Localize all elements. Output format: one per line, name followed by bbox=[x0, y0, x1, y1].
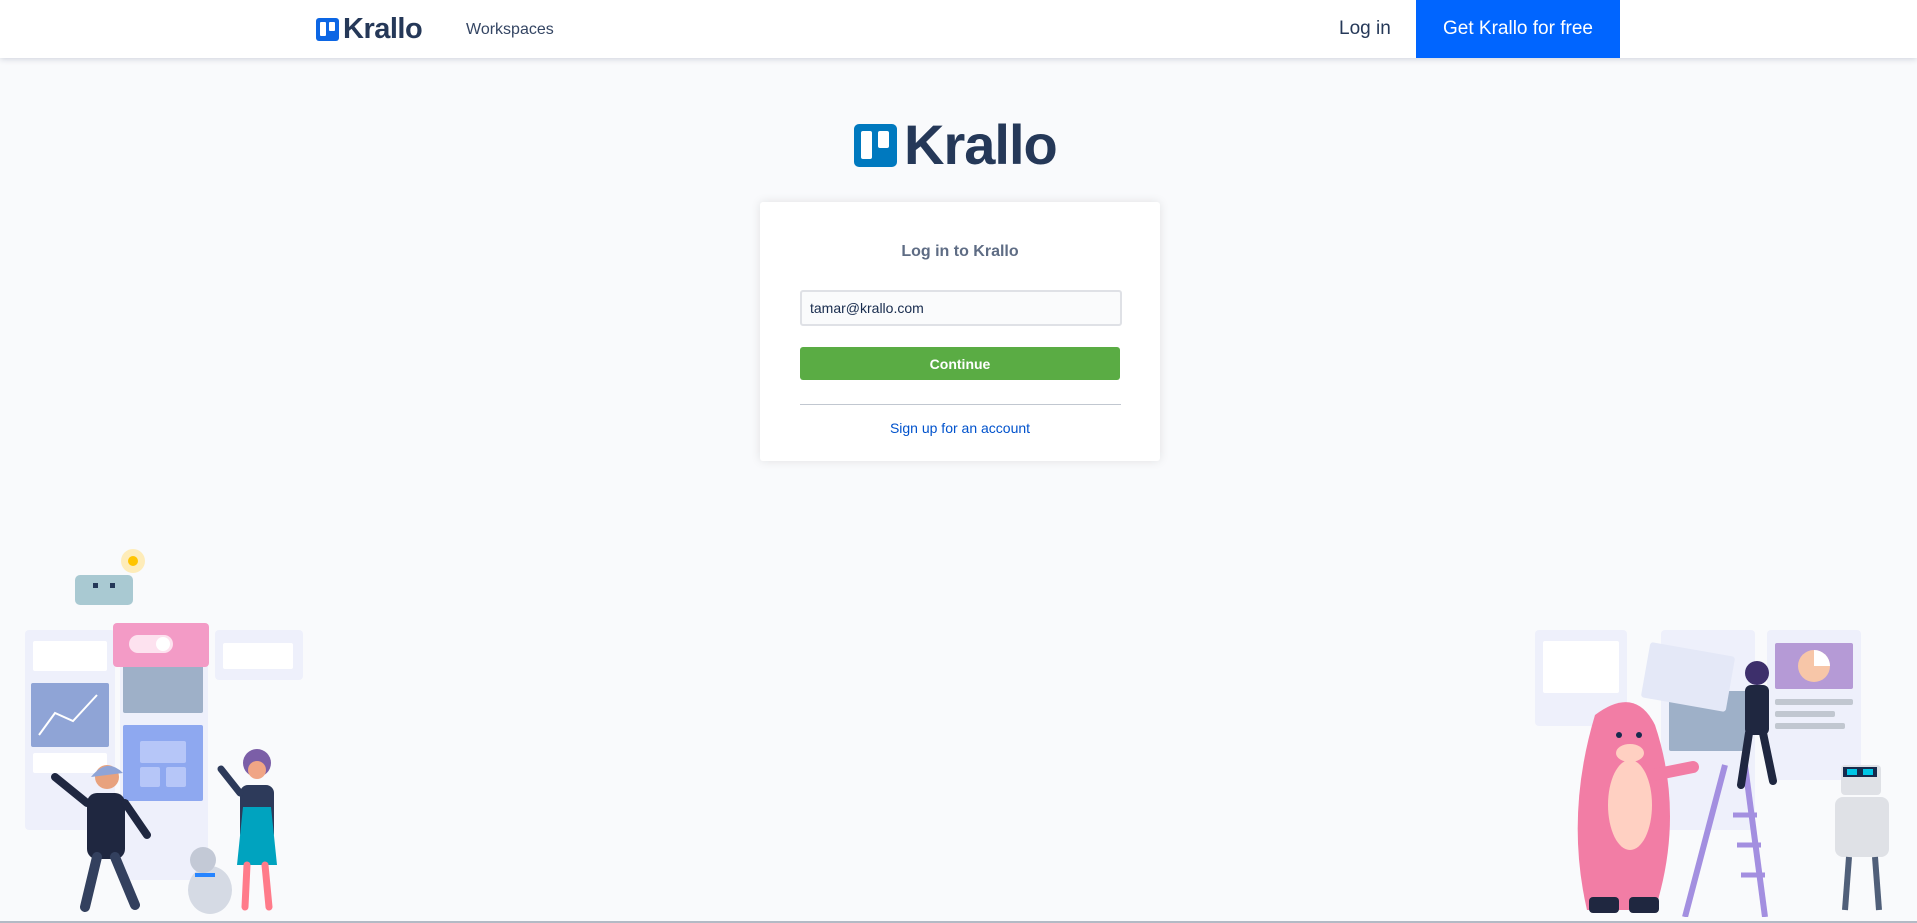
nav-brand-text: Krallo bbox=[343, 12, 423, 45]
hero-brand-text: Krallo bbox=[904, 113, 1058, 176]
krallo-board-icon bbox=[854, 123, 897, 167]
top-nav: Krallo Workspaces Log in Get Krallo for … bbox=[0, 0, 1917, 58]
divider bbox=[800, 404, 1121, 405]
nav-logo[interactable]: Krallo bbox=[316, 12, 423, 45]
login-card-title: Log in to Krallo bbox=[901, 243, 1019, 260]
krallo-board-icon bbox=[316, 17, 339, 41]
continue-button[interactable]: Continue bbox=[800, 347, 1120, 380]
nav-login-link[interactable]: Log in bbox=[1339, 18, 1391, 40]
get-krallo-free-button[interactable]: Get Krallo for free bbox=[1416, 0, 1620, 58]
team-with-boards-illustration bbox=[25, 549, 303, 914]
nav-workspaces-link[interactable]: Workspaces bbox=[466, 21, 554, 39]
creatures-with-boards-illustration bbox=[1535, 630, 1889, 917]
email-field[interactable] bbox=[800, 290, 1122, 326]
hero-logo: Krallo bbox=[854, 113, 1058, 176]
login-card: Log in to Krallo Continue Sign up for an… bbox=[760, 202, 1160, 461]
signup-link[interactable]: Sign up for an account bbox=[760, 420, 1160, 436]
